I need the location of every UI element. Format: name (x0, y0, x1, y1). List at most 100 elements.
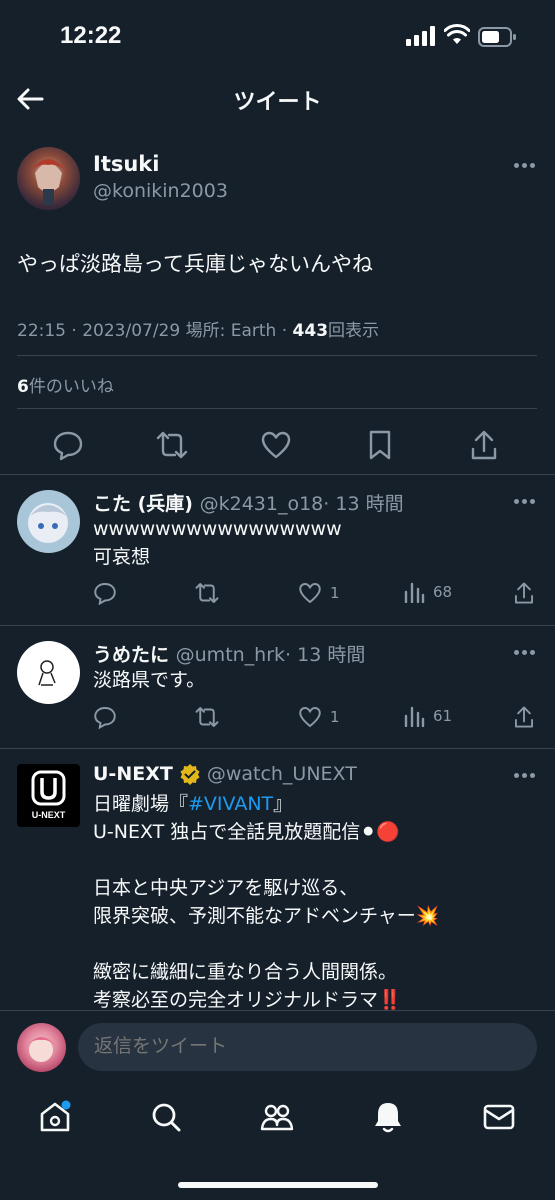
retweet-button[interactable] (194, 581, 220, 605)
page-title: ツイート (233, 90, 322, 115)
reply-action-bar: 1 68 (93, 581, 543, 607)
reply-tweet[interactable]: うめたに @umtn_hrk· 13 時間 淡路県です。 1 61 (0, 626, 555, 748)
reply-button[interactable] (93, 705, 117, 729)
reply-text: 淡路県です。 (93, 666, 205, 694)
tweet-text: やっぱ淡路島って兵庫じゃないんやね (17, 252, 373, 276)
like-heart-icon (299, 707, 321, 728)
more-options-icon[interactable] (514, 650, 536, 656)
reply-text-line: 日曜劇場『#VIVANT』 (93, 790, 439, 818)
search-icon[interactable] (149, 1100, 183, 1134)
reply-icon (94, 583, 116, 605)
hashtag-link[interactable]: #VIVANT (188, 793, 273, 815)
reply-text: wwwwwwwwwwwwwwww 可哀想 (93, 515, 342, 571)
messages-mail-icon[interactable] (482, 1100, 516, 1134)
reply-text-line: 日本と中央アジアを駆け巡る、 (93, 877, 359, 899)
reply-compose-bar (0, 1010, 555, 1082)
reply-text-line: wwwwwwwwwwwwwwww (93, 518, 342, 540)
retweet-button[interactable] (194, 705, 220, 729)
views-button[interactable]: 68 (403, 581, 452, 603)
author-avatar[interactable] (17, 147, 80, 210)
reply-tweet[interactable]: U-NEXT U-NEXT @watch_UNEXT 日曜劇場『#VIVANT』… (0, 749, 555, 1010)
status-time: 12:22 (60, 22, 122, 49)
likes-label: 件のいいね (28, 377, 114, 397)
reply-author-name[interactable]: こた (兵庫) (93, 493, 193, 515)
reply-text: 日曜劇場『#VIVANT』 U-NEXT 独占で全話見放題配信⚫🔴 日本と中央ア… (93, 790, 439, 1010)
more-options-icon[interactable] (514, 773, 536, 779)
reply-icon (94, 707, 116, 729)
divider (17, 355, 537, 356)
reply-button[interactable] (93, 581, 117, 605)
like-button[interactable]: 1 (298, 581, 340, 605)
reply-input[interactable] (78, 1023, 537, 1071)
notifications-bell-icon[interactable] (371, 1100, 405, 1134)
like-button[interactable]: 1 (298, 705, 340, 729)
like-heart-icon (299, 583, 321, 604)
current-user-avatar[interactable] (17, 1023, 66, 1072)
cellular-signal-icon (406, 26, 435, 46)
view-count: 443 (292, 321, 329, 341)
share-icon[interactable] (469, 429, 499, 461)
views-chart-icon (404, 706, 425, 727)
reply-text-line: 淡路県です。 (93, 669, 206, 691)
u-next-logo[interactable]: U-NEXT (17, 764, 80, 827)
reply-author-handle[interactable]: @k2431_o18 (200, 493, 324, 515)
verified-badge-icon (180, 764, 200, 785)
likes-count: 6 (17, 377, 29, 397)
reply-text-line: 限界突破、予測不能なアドベンチャー💥 (93, 905, 440, 927)
tweet-location: 場所: Earth · (185, 321, 288, 341)
reply-text-line: U-NEXT 独占で全話見放題配信⚫🔴 (93, 821, 400, 843)
reply-text-line: 緻密に繊細に重なり合う人間関係。 (93, 961, 398, 983)
reply-author-handle[interactable]: @umtn_hrk (176, 644, 285, 666)
reply-text-line: 考察必至の完全オリジナルドラマ‼️ (93, 989, 402, 1010)
share-button[interactable] (513, 581, 535, 605)
like-count: 1 (330, 584, 340, 602)
divider (17, 408, 537, 409)
reply-action-bar: 1 61 (93, 705, 543, 731)
reply-avatar[interactable] (17, 641, 80, 704)
tweet-meta: 22:15 · 2023/07/29 場所: Earth · 443回表示 (17, 316, 379, 341)
author-handle[interactable]: @konikin2003 (93, 180, 228, 202)
retweet-icon[interactable] (155, 429, 189, 461)
views-button[interactable]: 61 (403, 705, 452, 727)
reply-time: · 13 時間 (285, 644, 366, 666)
reply-author-name[interactable]: うめたに (93, 644, 169, 666)
status-bar: 12:22 (0, 0, 555, 74)
reply-tweet[interactable]: こた (兵庫) @k2431_o18· 13 時間 wwwwwwwwwwwwww… (0, 475, 555, 624)
reply-icon[interactable] (52, 429, 84, 461)
view-label: 回表示 (328, 321, 380, 341)
bookmark-icon[interactable] (366, 429, 394, 461)
logo-text: U-NEXT (31, 810, 66, 820)
like-count: 1 (330, 708, 340, 726)
home-icon[interactable] (38, 1100, 72, 1134)
bottom-navigation (0, 1082, 555, 1200)
like-heart-icon[interactable] (260, 429, 292, 461)
reply-author-name[interactable]: U-NEXT (93, 763, 173, 785)
reply-text-line: 可哀想 (93, 546, 151, 568)
battery-icon (478, 27, 516, 47)
views-chart-icon (404, 582, 425, 603)
tweet-time: 22:15 · 2023/07/29 (17, 321, 181, 341)
reply-avatar[interactable] (17, 490, 80, 553)
wifi-icon (444, 24, 470, 44)
share-icon (514, 582, 534, 604)
reply-author-handle[interactable]: @watch_UNEXT (207, 763, 357, 785)
text-segment: 』 (273, 793, 293, 815)
likes-summary[interactable]: 6件のいいね (17, 372, 114, 397)
text-segment: 日曜劇場『 (93, 793, 189, 815)
more-options-icon[interactable] (514, 499, 536, 505)
retweet-icon (195, 707, 219, 727)
top-app-bar: ツイート (0, 74, 555, 124)
home-indicator (178, 1182, 378, 1188)
share-icon (514, 706, 534, 728)
view-count: 61 (433, 707, 453, 725)
more-options-icon[interactable] (514, 163, 536, 169)
share-button[interactable] (513, 705, 535, 729)
communities-icon[interactable] (260, 1100, 294, 1134)
retweet-icon (195, 583, 219, 603)
reply-time: · 13 時間 (323, 493, 404, 515)
view-count: 68 (433, 583, 453, 601)
author-name[interactable]: Itsuki (93, 152, 159, 176)
tweet-action-bar (0, 425, 555, 465)
